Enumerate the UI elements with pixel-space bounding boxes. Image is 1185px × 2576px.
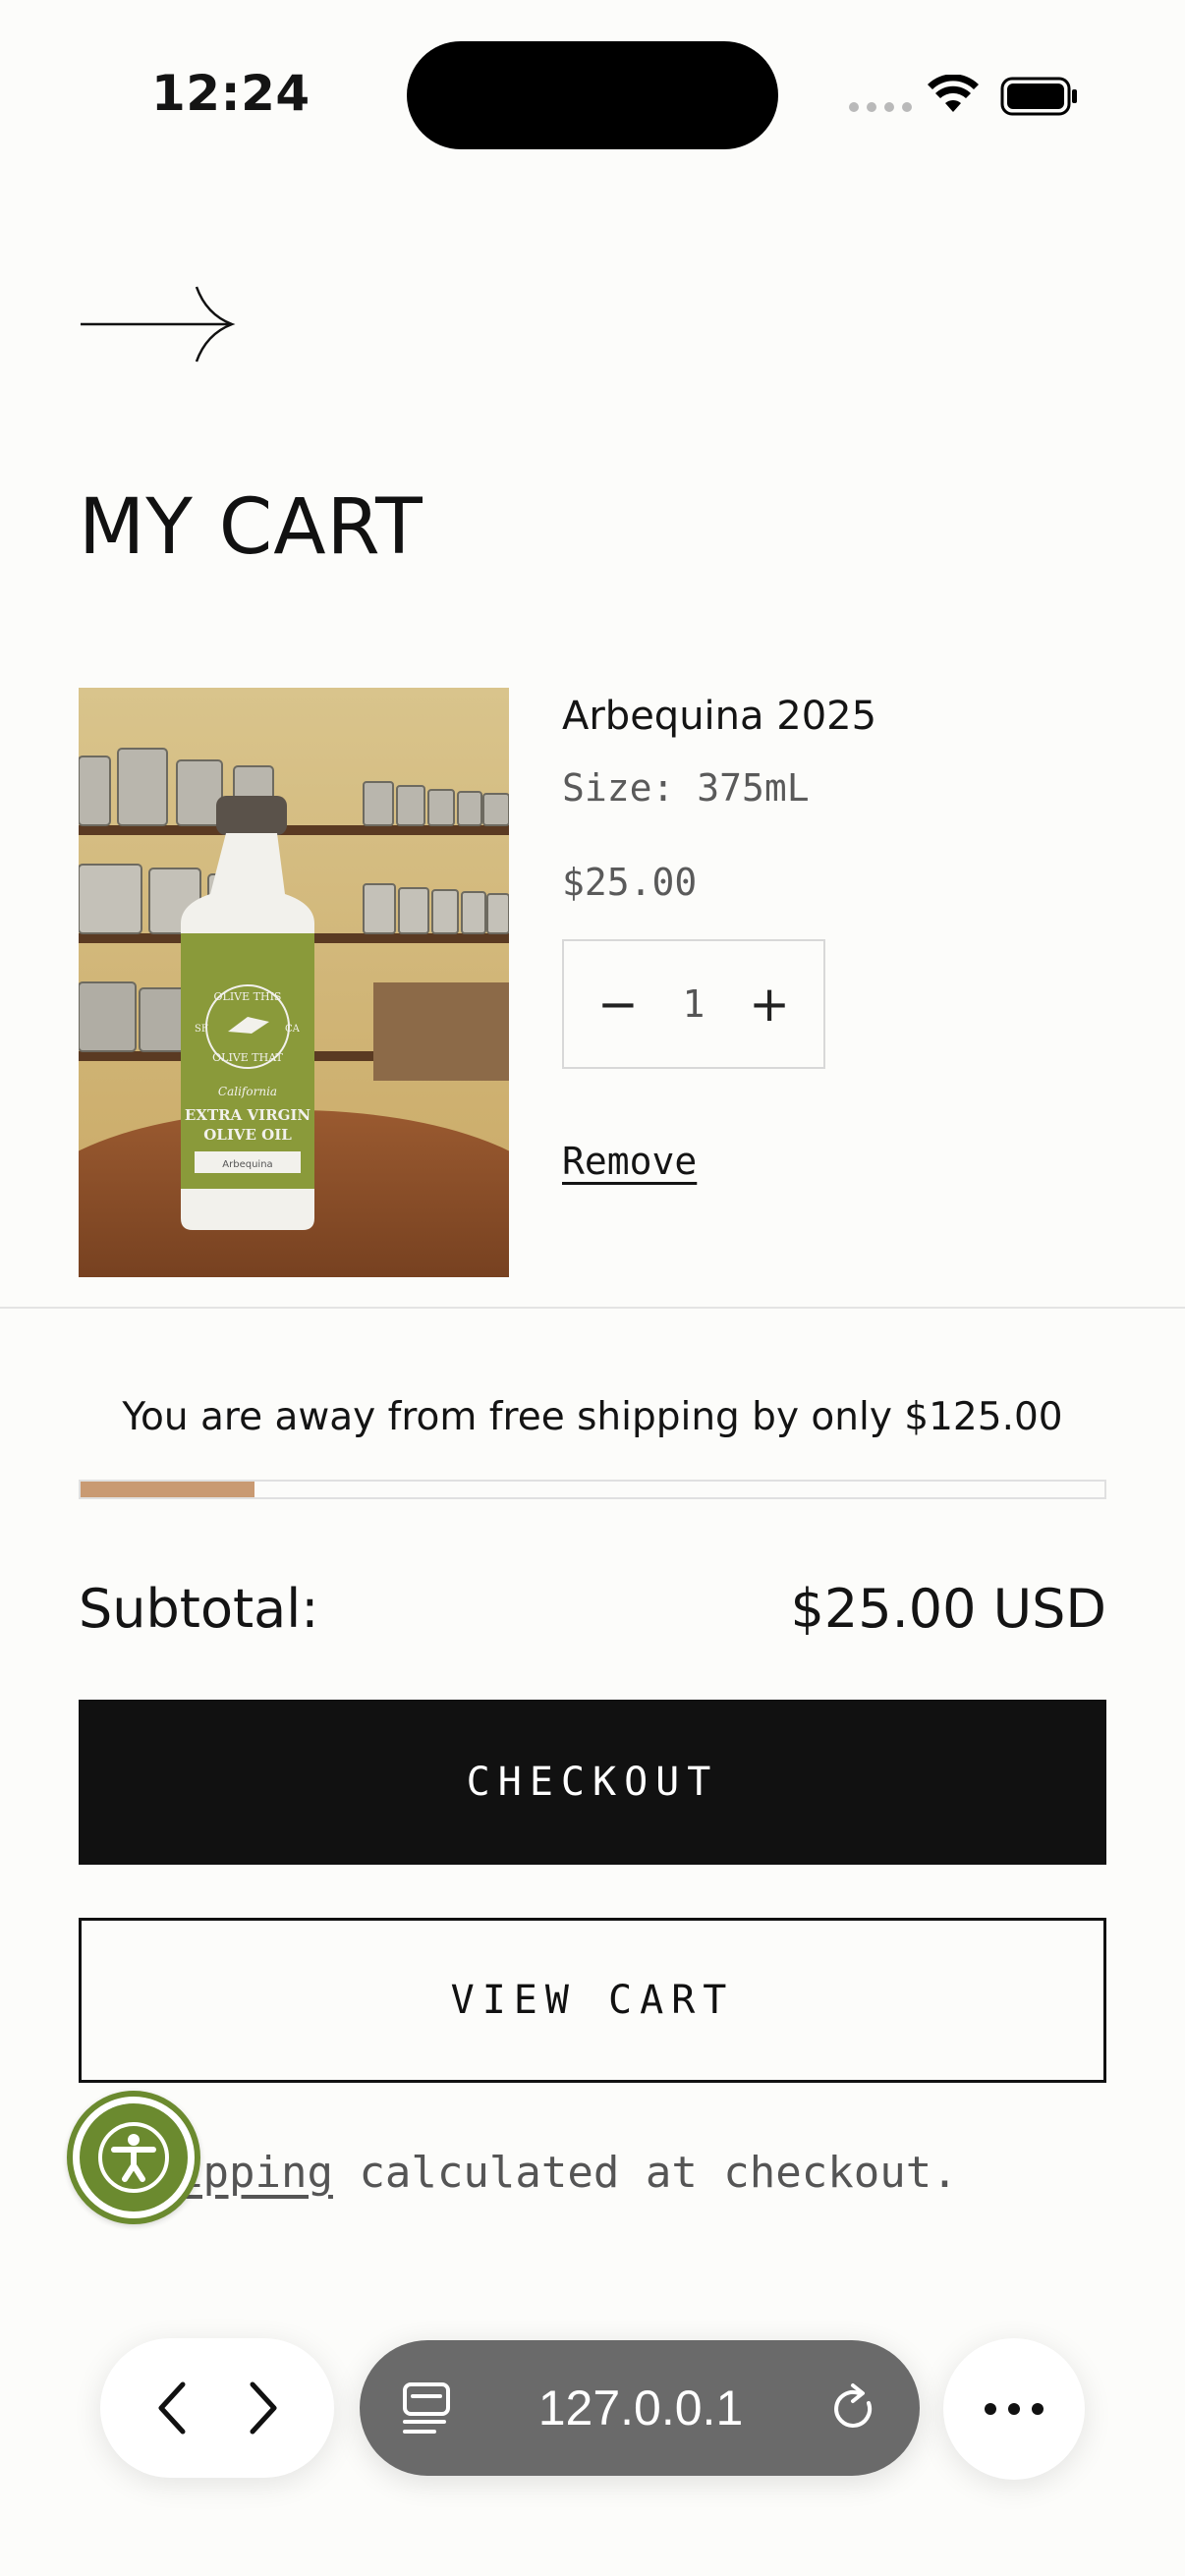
accessibility-button[interactable] [67, 2091, 200, 2224]
free-shipping-message: You are away from free shipping by only … [122, 1395, 1063, 1439]
bottle-text-line2: OLIVE OIL [203, 1126, 292, 1144]
subtotal-value: $25.00 USD [790, 1578, 1107, 1640]
bottle-text-sf: SF [195, 1024, 208, 1035]
checkout-button[interactable]: CHECKOUT [79, 1700, 1106, 1865]
shipping-note: ipping calculated at checkout. [177, 2148, 958, 2198]
more-button[interactable] [943, 2338, 1085, 2480]
product-size: Size: 375mL [562, 766, 810, 810]
product-name[interactable]: Arbequina 2025 [562, 694, 876, 739]
shipping-progress-fill [81, 1482, 255, 1497]
dynamic-island [407, 41, 778, 149]
product-price: $25.00 [562, 861, 698, 904]
shipping-note-text: calculated at checkout. [332, 2148, 958, 2198]
subtotal-label: Subtotal: [79, 1578, 319, 1640]
quantity-value[interactable]: 1 [683, 982, 705, 1026]
reload-icon[interactable] [829, 2381, 878, 2435]
decrement-button[interactable]: − [597, 980, 639, 1029]
remove-link[interactable]: Remove [562, 1140, 697, 1183]
divider [0, 1307, 1185, 1309]
arrow-right-icon[interactable] [79, 285, 236, 364]
quantity-stepper: − 1 + [562, 939, 825, 1069]
address-bar[interactable]: 127.0.0.1 [360, 2340, 920, 2476]
product-image[interactable]: OLIVE THIS OLIVE THAT SF CA California E… [79, 688, 509, 1277]
browser-nav [100, 2338, 334, 2478]
page-title: MY CART [79, 483, 423, 572]
bottle-text-ca: CA [285, 1024, 301, 1035]
shipping-progress-bar [79, 1480, 1106, 1499]
battery-icon [1000, 77, 1077, 116]
increment-button[interactable]: + [749, 980, 790, 1029]
view-cart-button[interactable]: VIEW CART [79, 1918, 1106, 2083]
wifi-icon [928, 75, 979, 112]
bottle-text-bottom: OLIVE THAT [212, 1051, 283, 1064]
bottle-text-top: OLIVE THIS [214, 990, 282, 1003]
url-text: 127.0.0.1 [537, 2380, 744, 2436]
status-time: 12:24 [151, 65, 310, 122]
bottle-text-line1: EXTRA VIRGIN [185, 1106, 311, 1124]
bottle-text-variety: Arbequina [222, 1159, 272, 1170]
cellular-signal-icon [849, 102, 912, 112]
bottle-text-script: California [218, 1085, 277, 1098]
accessibility-icon [98, 2122, 169, 2193]
reader-icon[interactable] [401, 2380, 452, 2436]
chevron-left-icon[interactable] [153, 2379, 193, 2437]
chevron-right-icon[interactable] [243, 2379, 282, 2437]
more-icon [985, 2403, 1044, 2415]
